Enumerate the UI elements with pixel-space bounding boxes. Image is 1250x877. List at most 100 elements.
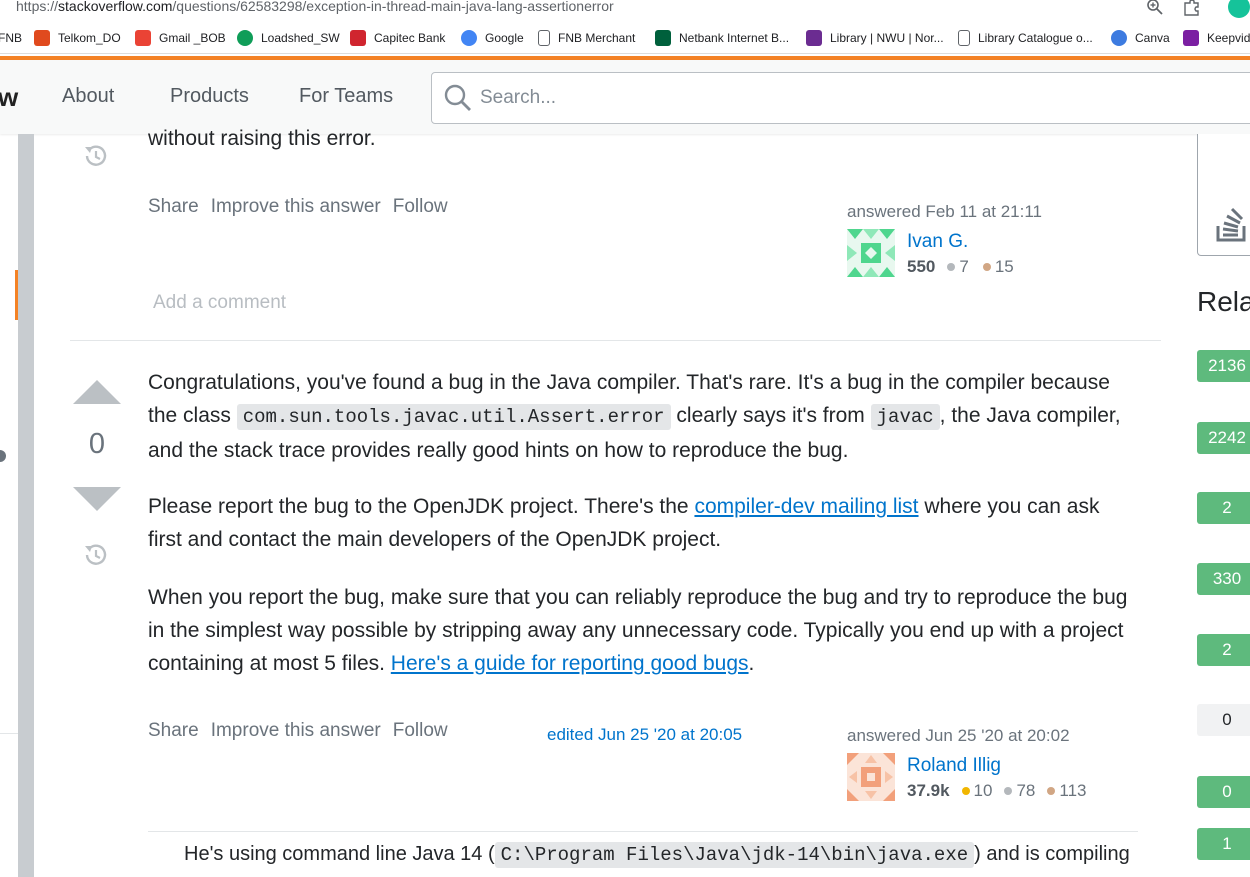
- user-name-link[interactable]: Ivan G.: [907, 231, 968, 253]
- capitec-icon: [350, 30, 366, 46]
- text-span: .: [748, 652, 755, 675]
- site-logo[interactable]: w: [0, 82, 18, 113]
- bookmark-item[interactable]: Gmail _BOB: [135, 29, 226, 47]
- bronze-badge-icon: [982, 263, 991, 271]
- search-icon: [444, 84, 471, 111]
- nav-about[interactable]: About: [62, 85, 114, 108]
- silver-badge-icon: [1004, 787, 1013, 795]
- pin-icon: [237, 30, 253, 46]
- sidebar-widget: [1197, 134, 1250, 256]
- user-reputation: 37.9k 10 78 113: [907, 781, 1087, 801]
- avatar[interactable]: [847, 753, 895, 801]
- answer-2-post-menu: Share Improve this answer Follow: [148, 720, 448, 742]
- bronze-badge-count: 15: [994, 257, 1014, 276]
- bookmark-item[interactable]: FNB: [0, 29, 22, 47]
- history-icon[interactable]: [81, 540, 111, 570]
- library-icon: [806, 30, 822, 46]
- url-host: stackoverflow.com: [58, 0, 173, 14]
- related-answer-count[interactable]: 2: [1197, 634, 1250, 666]
- bookmark-item[interactable]: Keepvid: [1183, 29, 1250, 47]
- bug-guide-link[interactable]: Here's a guide for reporting good bugs: [391, 652, 749, 675]
- improve-answer-link[interactable]: Improve this answer: [211, 720, 381, 742]
- bookmark-item[interactable]: Library | NWU | Nor...: [806, 29, 944, 47]
- follow-link[interactable]: Follow: [393, 196, 448, 218]
- stackoverflow-icon: [1216, 207, 1246, 242]
- related-answer-count[interactable]: 2242: [1197, 422, 1250, 454]
- avatar[interactable]: [847, 229, 895, 277]
- answered-time[interactable]: answered Feb 11 at 21:11: [847, 202, 1042, 222]
- share-link[interactable]: Share: [148, 720, 199, 742]
- text-span: ) and is compiling: [974, 843, 1130, 865]
- bookmark-item[interactable]: Canva: [1111, 29, 1170, 47]
- follow-link[interactable]: Follow: [393, 720, 448, 742]
- url-text[interactable]: https://stackoverflow.com/questions/6258…: [16, 0, 614, 14]
- text-span: Please report the bug to the OpenJDK pro…: [148, 495, 695, 518]
- left-nav-dot: [0, 450, 6, 462]
- silver-badge-count: 7: [959, 257, 969, 276]
- nedbank-icon: [655, 30, 671, 46]
- search-input[interactable]: [480, 83, 1180, 113]
- nav-products[interactable]: Products: [170, 85, 249, 108]
- bookmark-label: FNB: [0, 31, 22, 45]
- zoom-icon[interactable]: [1146, 0, 1164, 16]
- gold-badge-count: 10: [973, 781, 993, 800]
- answer-divider: [70, 340, 1161, 341]
- bookmark-label: Netbank Internet B...: [679, 31, 790, 45]
- extension-icon[interactable]: [1182, 0, 1202, 16]
- page-icon: [958, 30, 970, 46]
- user-name-link[interactable]: Roland Illig: [907, 755, 1001, 777]
- related-answer-count[interactable]: 2136: [1197, 350, 1250, 382]
- bookmark-label: Keepvid: [1207, 31, 1250, 45]
- search-box[interactable]: [431, 72, 1250, 124]
- url-prefix: https://: [16, 0, 59, 14]
- browser-url-bar[interactable]: https://stackoverflow.com/questions/6258…: [0, 0, 1250, 20]
- improve-answer-link[interactable]: Improve this answer: [211, 196, 381, 218]
- bookmark-label: Gmail _BOB: [159, 31, 226, 45]
- bookmark-item[interactable]: FNB Merchant: [538, 29, 635, 47]
- left-nav-divider: [0, 733, 18, 734]
- bookmark-item[interactable]: Google: [461, 29, 524, 47]
- answered-time[interactable]: answered Jun 25 '20 at 20:02: [847, 726, 1070, 746]
- bookmark-item[interactable]: Library Catalogue o...: [958, 29, 1093, 47]
- grammarly-icon[interactable]: [1228, 0, 1250, 18]
- related-answer-count[interactable]: 0: [1197, 776, 1250, 808]
- page-icon: [538, 30, 550, 46]
- answer-2-paragraph-1: Congratulations, you've found a bug in t…: [148, 366, 1138, 467]
- scrollbar[interactable]: [18, 134, 34, 877]
- answer-2-paragraph-2: Please report the bug to the OpenJDK pro…: [148, 490, 1138, 556]
- bookmark-label: Google: [485, 31, 524, 45]
- text-span: He's using command line Java 14 (: [184, 843, 495, 865]
- share-link[interactable]: Share: [148, 196, 199, 218]
- answer-1-post-menu: Share Improve this answer Follow: [148, 196, 448, 218]
- bookmark-item[interactable]: Loadshed_SW: [237, 29, 340, 47]
- silver-badge-count: 78: [1016, 781, 1036, 800]
- answer-2-paragraph-3: When you report the bug, make sure that …: [148, 581, 1138, 680]
- bookmark-label: Telkom_DO: [58, 31, 121, 45]
- add-comment-link[interactable]: Add a comment: [153, 292, 286, 314]
- reputation-score: 550: [907, 257, 936, 276]
- related-answer-count[interactable]: 2: [1197, 492, 1250, 524]
- vote-count: 0: [88, 428, 106, 460]
- bookmark-item[interactable]: Capitec Bank: [350, 29, 445, 47]
- history-icon[interactable]: [81, 141, 111, 171]
- related-answer-count[interactable]: 1: [1197, 828, 1250, 860]
- bookmark-item[interactable]: Netbank Internet B...: [655, 29, 789, 47]
- comment-text: He's using command line Java 14 (C:\Prog…: [184, 842, 1130, 868]
- nav-for-teams[interactable]: For Teams: [299, 85, 393, 108]
- bookmark-label: Canva: [1135, 31, 1170, 45]
- telkom-icon: [34, 30, 50, 46]
- google-icon: [461, 30, 477, 46]
- related-answer-count[interactable]: 0: [1197, 704, 1250, 736]
- answer-1-text-tail: without raising this error.: [148, 127, 376, 150]
- bronze-badge-count: 113: [1059, 781, 1087, 800]
- left-nav-active-item[interactable]: [0, 270, 18, 320]
- related-answer-count[interactable]: 330: [1197, 563, 1250, 595]
- downvote-button[interactable]: [73, 487, 121, 511]
- comment-divider: [148, 831, 1138, 832]
- reputation-score: 37.9k: [907, 781, 950, 800]
- edited-time-link[interactable]: edited Jun 25 '20 at 20:05: [547, 725, 742, 745]
- bookmark-item[interactable]: Telkom_DO: [34, 29, 121, 47]
- mailing-list-link[interactable]: compiler-dev mailing list: [694, 495, 918, 518]
- gold-badge-icon: [961, 787, 970, 795]
- upvote-button[interactable]: [73, 380, 121, 404]
